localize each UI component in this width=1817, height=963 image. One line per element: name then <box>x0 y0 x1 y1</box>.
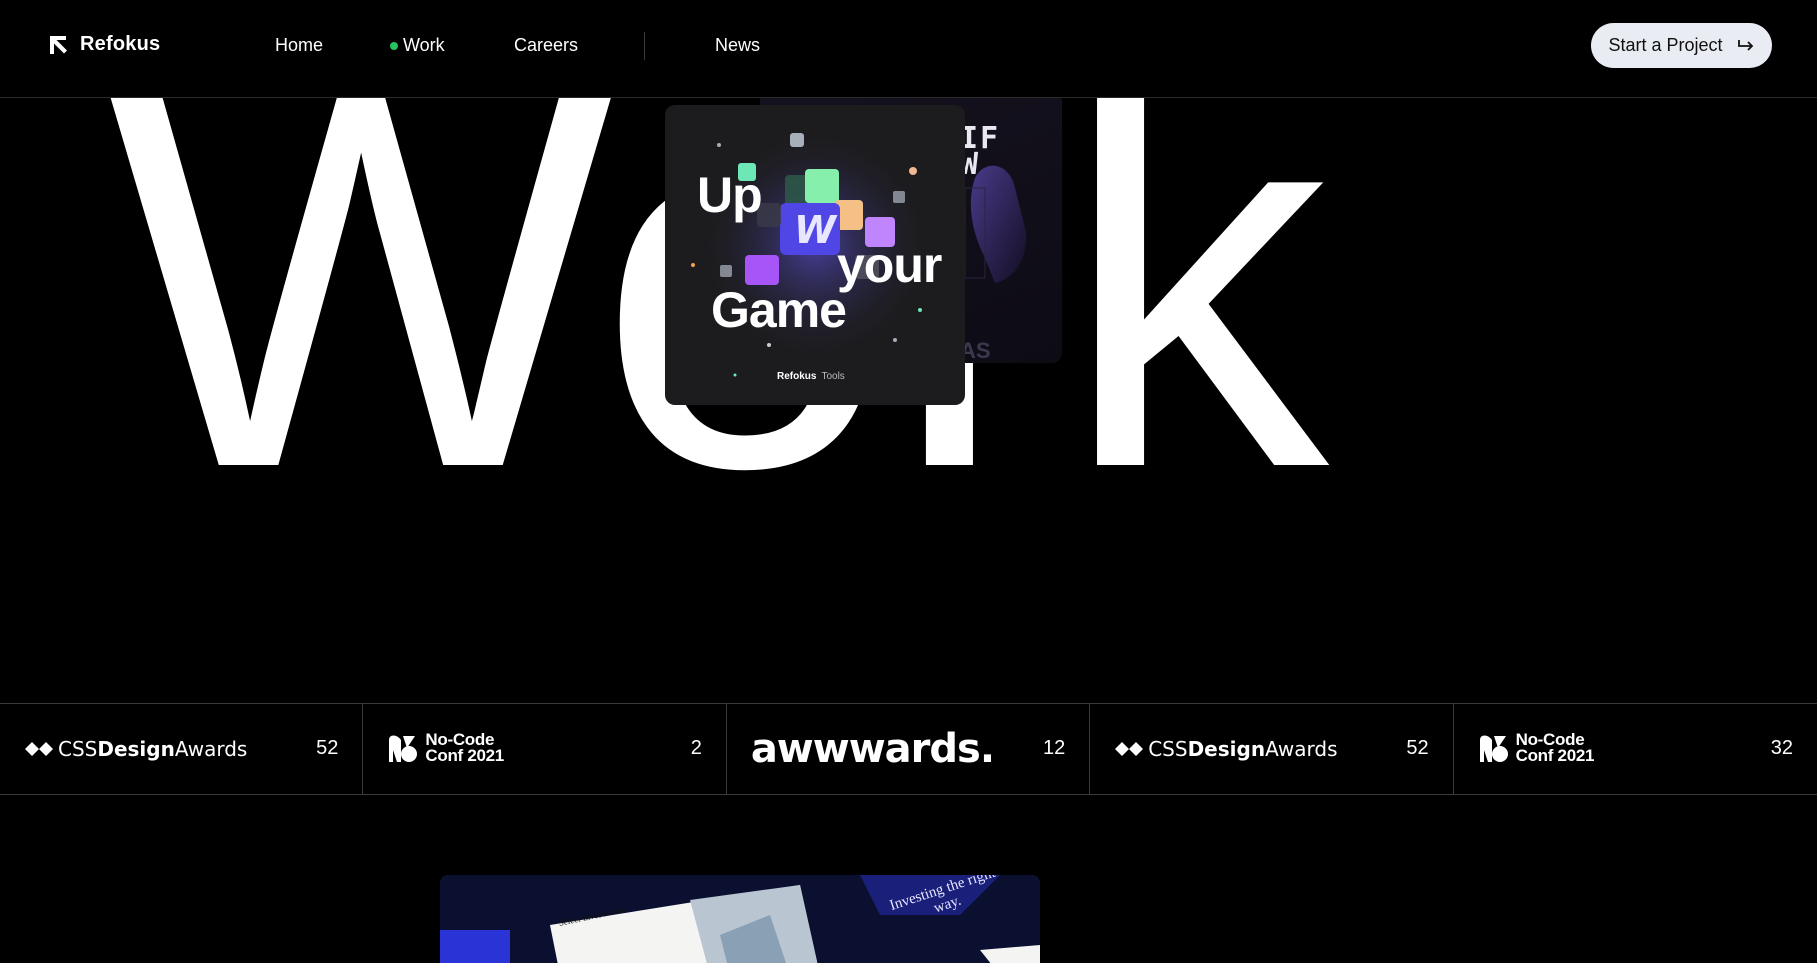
nav-work-label: Work <box>403 35 445 55</box>
nocodeconf-logo: No-Code Conf 2021 <box>387 731 504 764</box>
awwwards-logo: awwwards. <box>750 726 995 772</box>
award-item: CSSDesignAwards 52 <box>1090 704 1454 794</box>
nav-careers[interactable]: Careers <box>514 35 578 56</box>
start-project-label: Start a Project <box>1608 35 1723 55</box>
cssdesignawards-logo-icon <box>25 735 53 763</box>
award-count: 52 <box>1406 737 1429 759</box>
award-item: awwwards. 12 <box>727 704 1091 794</box>
card-title-line-3: Game <box>711 282 847 338</box>
award-count: 12 <box>1042 737 1066 759</box>
project-card-featured[interactable]: W Up your Game Refokus Tools <box>665 105 965 405</box>
award-item: No-Code Conf 2021 32 <box>1454 704 1817 794</box>
nocodeconf-logo-icon <box>389 735 418 762</box>
webflow-w-badge: W <box>794 208 838 252</box>
nocodeconf-logo-icon <box>1479 735 1508 762</box>
awards-strip: CSSDesignAwards 52 No-Code Conf 2021 2 aw… <box>0 703 1817 795</box>
brand-name: Refokus <box>80 33 161 55</box>
award-item: No-Code Conf 2021 2 <box>363 704 727 794</box>
nav-work[interactable]: Work <box>390 35 445 56</box>
card-footer-tag: Tools <box>821 371 845 382</box>
site-header: Refokus Home Work Careers News Start a P… <box>0 0 1817 98</box>
nav-home[interactable]: Home <box>275 35 323 56</box>
project-preview-card[interactable]: Select Investments Investing the right w… <box>440 875 1040 963</box>
active-indicator-dot <box>390 41 398 50</box>
brand-logo[interactable]: Refokus <box>48 33 160 56</box>
card-footer: Refokus Tools <box>777 371 845 382</box>
nav-divider <box>644 32 645 60</box>
award-count: 2 <box>690 737 702 759</box>
arrow-right-hook-icon <box>1737 39 1753 51</box>
card-title-line-1: Up <box>697 167 763 223</box>
start-project-button[interactable]: Start a Project <box>1591 23 1772 68</box>
nocodeconf-logo: No-Code Conf 2021 <box>1478 731 1594 764</box>
award-item: CSSDesignAwards 52 <box>0 704 364 794</box>
hand-sculpture-icon <box>964 165 1027 283</box>
card-footer-brand: Refokus <box>777 371 817 382</box>
cssdesignawards-logo-icon <box>1115 735 1144 763</box>
cssdesignawards-logo: CSSDesignAwards <box>1114 734 1338 764</box>
nav-news[interactable]: News <box>715 35 760 56</box>
card-title-line-2: your <box>837 237 942 293</box>
award-count: 32 <box>1770 737 1794 759</box>
refokus-logo-icon <box>50 35 67 54</box>
hero-section: Work IFW AS <box>0 98 1817 703</box>
cssdesignawards-logo: CSSDesignAwards <box>24 734 247 764</box>
award-count: 52 <box>316 737 339 759</box>
